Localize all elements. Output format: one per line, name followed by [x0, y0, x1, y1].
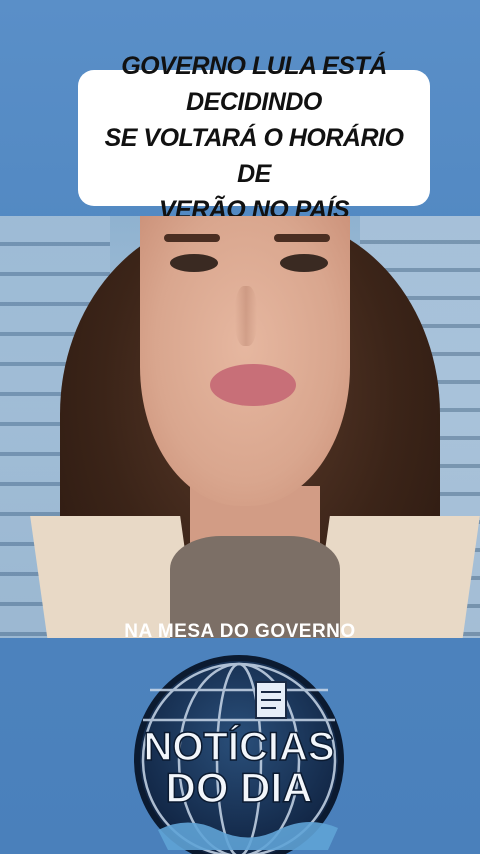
logo-text-line-2: DO DIA: [166, 764, 313, 811]
headline-text: GOVERNO LULA ESTÁ DECIDINDO SE VOLTARÁ O…: [92, 48, 416, 228]
presenter-eye-left: [170, 254, 218, 272]
presenter-lips: [210, 364, 296, 406]
presenter-eye-right: [280, 254, 328, 272]
headline-box: GOVERNO LULA ESTÁ DECIDINDO SE VOLTARÁ O…: [78, 52, 430, 224]
presenter-brow-right: [274, 234, 330, 242]
video-caption: NA MESA DO GOVERNO: [124, 621, 356, 638]
presenter-nose: [235, 286, 257, 346]
video-frame[interactable]: NA MESA DO GOVERNO: [0, 216, 480, 638]
logo-text-line-1: NOTÍCIAS: [143, 724, 334, 769]
presenter-face: [140, 216, 350, 506]
document-icon: [255, 681, 287, 719]
headline-line-2: SE VOLTARÁ O HORÁRIO DE: [104, 124, 404, 188]
headline-line-1: GOVERNO LULA ESTÁ DECIDINDO: [121, 52, 387, 116]
presenter-brow-left: [164, 234, 220, 242]
noticias-do-dia-logo: NOTÍCIAS DO DIA: [134, 655, 344, 854]
